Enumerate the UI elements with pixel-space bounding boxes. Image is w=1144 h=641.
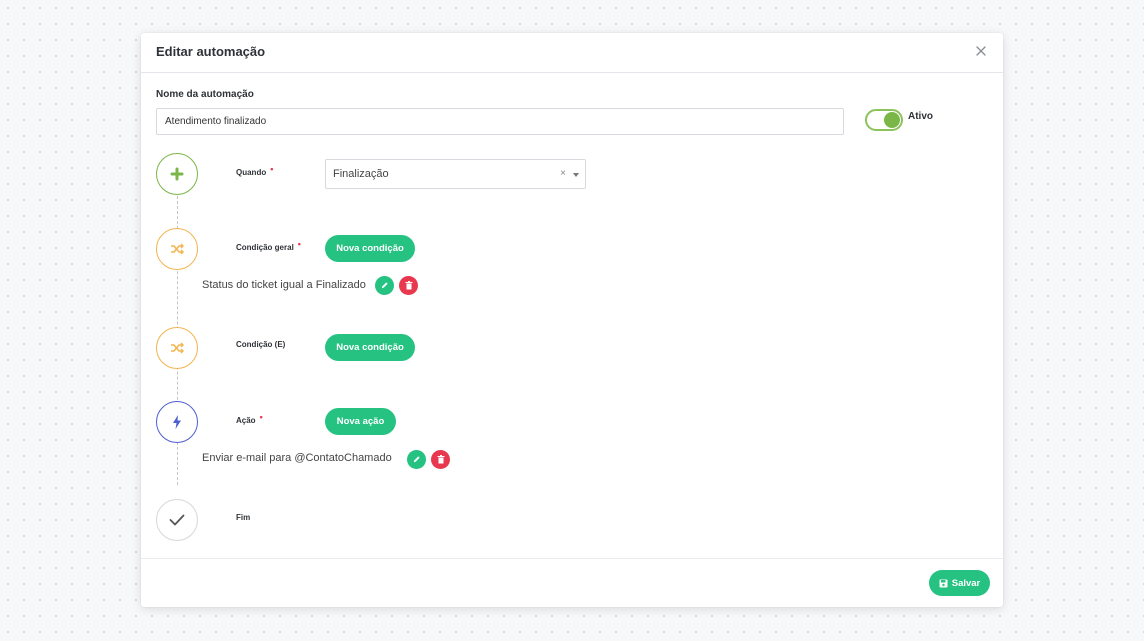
chevron-down-icon[interactable]: [573, 173, 579, 177]
action-label-text: Ação: [236, 416, 256, 425]
modal-title: Editar automação: [156, 44, 266, 59]
trigger-select-value: Finalização: [333, 168, 389, 180]
trash-icon: [405, 281, 412, 290]
required-marker: •: [259, 412, 263, 422]
action-label: Ação •: [236, 412, 263, 425]
pencil-icon: [381, 282, 388, 289]
active-toggle[interactable]: [865, 109, 903, 131]
footer-divider: [141, 558, 1003, 559]
close-icon[interactable]: [973, 43, 989, 59]
required-marker: •: [270, 164, 274, 174]
end-step-icon: [156, 499, 198, 541]
shuffle-icon: [171, 342, 184, 354]
plus-icon: [170, 167, 184, 181]
pencil-icon: [413, 456, 420, 463]
and-condition-step-icon: [156, 327, 198, 369]
lightning-icon: [173, 415, 181, 429]
edit-general-condition-button[interactable]: [375, 276, 394, 295]
edit-automation-modal: Editar automação Nome da automação Ativo…: [141, 33, 1003, 607]
general-condition-label-text: Condição geral: [236, 243, 294, 252]
required-marker: •: [297, 239, 301, 249]
when-label-text: Quando: [236, 168, 267, 177]
shuffle-icon: [171, 243, 184, 255]
action-step-icon: [156, 401, 198, 443]
modal-header: Editar automação: [141, 33, 1003, 73]
check-icon: [169, 514, 185, 526]
new-and-condition-button[interactable]: Nova condição: [325, 334, 415, 361]
when-step-icon: [156, 153, 198, 195]
trigger-select[interactable]: Finalização ×: [325, 159, 586, 189]
automation-name-input[interactable]: [156, 108, 844, 135]
toggle-knob: [884, 112, 900, 128]
delete-action-button[interactable]: [431, 450, 450, 469]
edit-action-button[interactable]: [407, 450, 426, 469]
active-toggle-label: Ativo: [908, 111, 933, 122]
save-button-label: Salvar: [951, 577, 981, 589]
when-label: Quando •: [236, 164, 274, 177]
automation-name-label: Nome da automação: [156, 89, 254, 100]
new-general-condition-button[interactable]: Nova condição: [325, 235, 415, 262]
general-condition-label: Condição geral •: [236, 239, 301, 252]
general-condition-step-icon: [156, 228, 198, 270]
general-condition-rule-text: Status do ticket igual a Finalizado: [202, 279, 366, 291]
new-action-button[interactable]: Nova ação: [325, 408, 396, 435]
and-condition-label: Condição (E): [236, 340, 286, 349]
save-button[interactable]: Salvar: [929, 570, 990, 596]
floppy-disk-icon: [939, 579, 948, 587]
action-rule-text: Enviar e-mail para @ContatoChamado: [202, 452, 392, 464]
delete-general-condition-button[interactable]: [399, 276, 418, 295]
end-label: Fim: [236, 513, 251, 522]
trash-icon: [437, 455, 444, 464]
clear-selection-icon[interactable]: ×: [560, 168, 566, 179]
